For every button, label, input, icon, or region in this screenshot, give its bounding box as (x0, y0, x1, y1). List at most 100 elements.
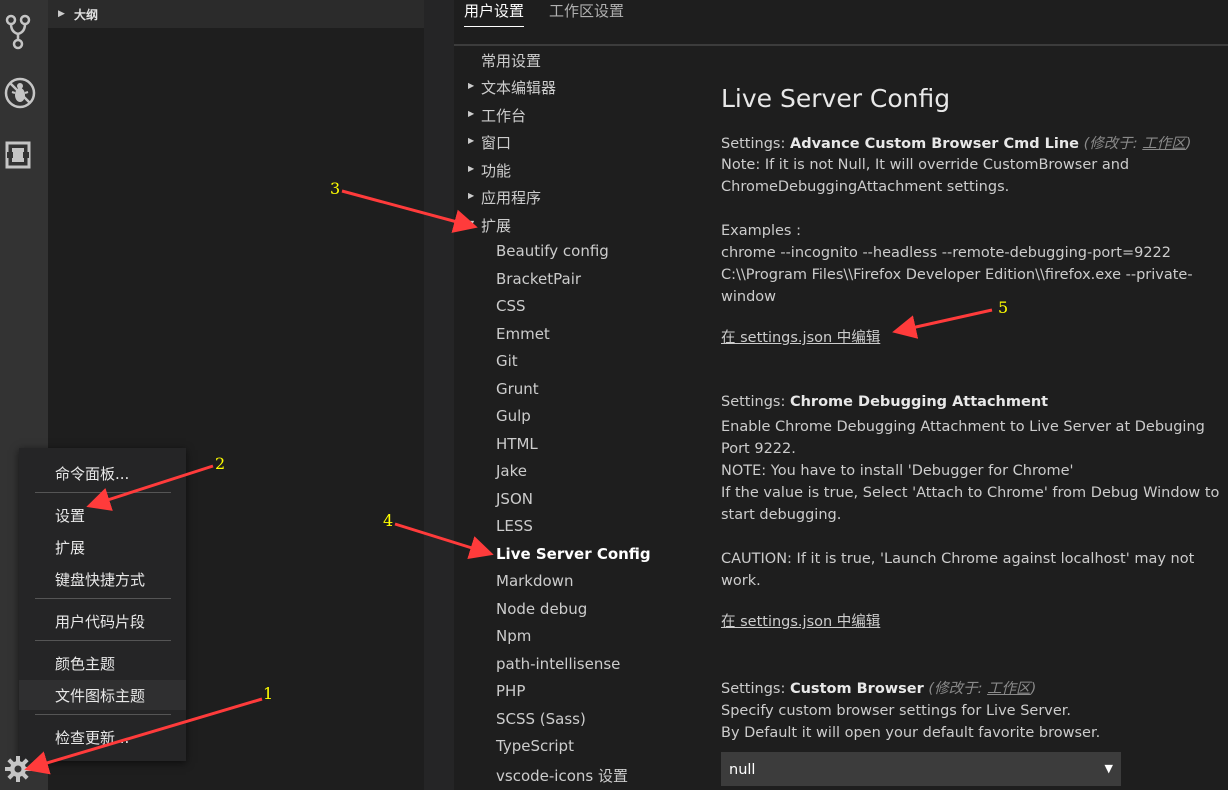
setting-description: Specify custom browser settings for Live… (721, 700, 1221, 744)
menu-item-check-updates[interactable]: 检查更新... (19, 722, 186, 752)
setting-description: Note: If it is not Null, It will overrid… (721, 154, 1221, 308)
tab-workspace-settings[interactable]: 工作区设置 (549, 0, 624, 26)
toc-item-label: 扩展 (481, 217, 512, 235)
desc-line: chrome --incognito --headless --remote-d… (721, 245, 1171, 261)
toc-item[interactable]: Node debug (496, 600, 587, 618)
menu-item-label: 用户代码片段 (55, 613, 146, 631)
annotation-number: 4 (383, 511, 394, 530)
toc-item[interactable]: CSS (496, 297, 526, 315)
toc-item[interactable]: Markdown (496, 572, 573, 590)
menu-item-keyboard-shortcuts[interactable]: 键盘快捷方式 (19, 564, 186, 594)
toc-item[interactable]: ▶ 窗口 (468, 132, 512, 153)
outline-label: 大纲 (74, 8, 99, 22)
editor-gap (424, 0, 454, 790)
modified-indicator: (修改于: 工作区) (928, 681, 1036, 697)
toc-item[interactable]: SCSS (Sass) (496, 710, 586, 728)
modified-scope-link[interactable]: 工作区 (987, 681, 1031, 697)
setting-prefix: Settings: (721, 136, 790, 152)
gear-icon[interactable] (4, 755, 32, 783)
menu-item-label: 文件图标主题 (55, 687, 146, 705)
menu-separator (35, 598, 171, 599)
setting-name: Custom Browser (789, 681, 924, 697)
toc-item[interactable]: PHP (496, 682, 525, 700)
toc-item[interactable]: ▶ 文本编辑器 (468, 77, 557, 98)
menu-item-label: 颜色主题 (55, 655, 116, 673)
setting-title: Settings: Advance Custom Browser Cmd Lin… (721, 132, 1191, 153)
toc-item-label: 文本编辑器 (481, 79, 557, 97)
menu-separator (35, 492, 171, 493)
toc-item-label: 应用程序 (481, 189, 542, 207)
toc-item[interactable]: Git (496, 352, 518, 370)
chevron-right-icon: ▶ (468, 109, 475, 118)
desc-line (721, 526, 1221, 548)
toc-item[interactable]: Jake (496, 462, 527, 480)
custom-browser-select[interactable]: null ▼ (721, 752, 1121, 786)
toc-item-selected[interactable]: Live Server Config (496, 545, 651, 563)
toc-item[interactable]: vscode-icons 设置 (496, 765, 628, 786)
toc-item[interactable]: ▶ 应用程序 (468, 187, 542, 208)
toc-item[interactable]: ▶ 功能 (468, 160, 511, 181)
settings-tabs: 用户设置 工作区设置 (454, 0, 1228, 46)
toc-item[interactable]: 常用设置 (481, 50, 541, 71)
chevron-right-icon: ▶ (468, 136, 475, 145)
extensions-icon[interactable] (4, 140, 32, 172)
menu-item-label: 命令面板... (55, 465, 130, 483)
toc-item-label: 窗口 (481, 134, 512, 152)
setting-title: Settings: Chrome Debugging Attachment (721, 394, 1048, 410)
toc-item[interactable]: path-intellisense (496, 655, 620, 673)
desc-line: C:\\Program Files\\Firefox Developer Edi… (721, 267, 1193, 283)
desc-line: Examples : (721, 223, 801, 239)
setting-name: Chrome Debugging Attachment (789, 394, 1049, 410)
modified-suffix: ) (1185, 136, 1192, 152)
menu-item-user-snippets[interactable]: 用户代码片段 (19, 606, 186, 636)
chevron-right-icon: ▶ (468, 164, 475, 173)
menu-separator (35, 714, 171, 715)
menu-item-extensions[interactable]: 扩展 (19, 532, 186, 562)
toc-item-label: 常用设置 (481, 52, 542, 70)
toc-item[interactable]: Emmet (496, 325, 550, 343)
menu-item-command-palette[interactable]: 命令面板... (19, 458, 186, 488)
menu-item-label: 扩展 (55, 539, 86, 557)
chevron-right-icon: ▶ (468, 81, 475, 90)
toc-item[interactable]: ▼ 扩展 (468, 215, 512, 236)
toc-item[interactable]: JSON (496, 490, 533, 508)
edit-in-settings-json-link[interactable]: 在 settings.json 中编辑 (721, 610, 880, 631)
desc-line: If the value is true, Select 'Attach to … (721, 485, 1220, 501)
annotation-number: 5 (998, 298, 1009, 317)
toc-item[interactable]: Gulp (496, 407, 531, 425)
edit-in-settings-json-link[interactable]: 在 settings.json 中编辑 (721, 326, 880, 347)
menu-item-settings[interactable]: 设置 (19, 500, 186, 530)
select-value: null (729, 762, 756, 778)
menu-item-label: 检查更新... (55, 729, 130, 747)
menu-item-color-theme[interactable]: 颜色主题 (19, 648, 186, 678)
tab-user-settings[interactable]: 用户设置 (464, 0, 525, 27)
modified-scope-link[interactable]: 工作区 (1142, 136, 1186, 152)
menu-item-label: 设置 (55, 507, 86, 525)
annotation-number: 1 (263, 684, 274, 703)
setting-title: Settings: Custom Browser (修改于: 工作区) (721, 677, 1036, 698)
section-heading: Live Server Config (721, 84, 951, 113)
desc-line: work. (721, 573, 761, 589)
menu-item-file-icon-theme[interactable]: 文件图标主题 (19, 680, 186, 710)
toc-item[interactable]: Grunt (496, 380, 539, 398)
toc-item[interactable]: Npm (496, 627, 531, 645)
debug-icon[interactable] (4, 76, 36, 109)
toc-item[interactable]: LESS (496, 517, 533, 535)
desc-line: start debugging. (721, 507, 842, 523)
toc-item[interactable]: TypeScript (496, 737, 574, 755)
manage-context-menu: 命令面板... 设置 扩展 键盘快捷方式 用户代码片段 颜色主题 文件图标主题 … (19, 448, 186, 761)
desc-line: CAUTION: If it is true, 'Launch Chrome a… (721, 551, 1195, 567)
toc-item[interactable]: Beautify config (496, 242, 609, 260)
outline-section-header[interactable]: ▶ 大纲 (48, 0, 424, 28)
modified-suffix: ) (1030, 681, 1037, 697)
toc-item[interactable]: HTML (496, 435, 538, 453)
toc-item[interactable]: BracketPair (496, 270, 581, 288)
desc-line: Note: If it is not Null, It will overrid… (721, 157, 1130, 173)
setting-name: Advance Custom Browser Cmd Line (789, 136, 1080, 152)
desc-line: NOTE: You have to install 'Debugger for … (721, 463, 1074, 479)
menu-separator (35, 640, 171, 641)
source-control-icon[interactable] (4, 14, 32, 50)
toc-item[interactable]: ▶ 工作台 (468, 105, 526, 126)
desc-line: window (721, 289, 777, 305)
settings-editor: 用户设置 工作区设置 常用设置 ▶ 文本编辑器 ▶ 工作台 ▶ 窗口 ▶ 功能 ▶ 应用程… (454, 0, 1228, 790)
